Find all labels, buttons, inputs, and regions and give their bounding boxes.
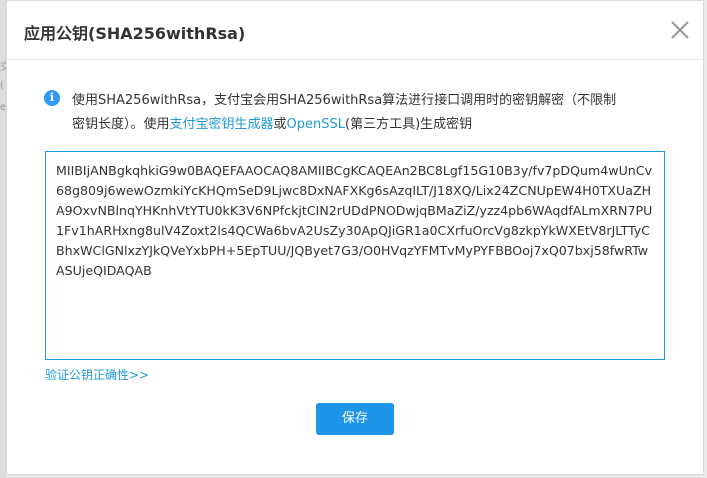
info-text-or: 或 <box>273 117 287 132</box>
info-icon: i <box>44 90 60 106</box>
dialog-title: 应用公钥(SHA256withRsa) <box>24 24 246 43</box>
public-key-dialog: 应用公钥(SHA256withRsa) i 使用SHA256withRsa，支付… <box>6 0 704 475</box>
save-button[interactable]: 保存 <box>316 403 394 435</box>
info-text-line1: 使用SHA256withRsa，支付宝会用SHA256withRsa算法进行接口… <box>72 93 617 108</box>
close-button[interactable] <box>669 19 691 41</box>
close-icon <box>671 21 689 39</box>
info-text: 使用SHA256withRsa，支付宝会用SHA256withRsa算法进行接口… <box>72 89 662 137</box>
keygen-tool-link[interactable]: 支付宝密钥生成器 <box>170 117 274 132</box>
openssl-link[interactable]: OpenSSL <box>287 117 345 132</box>
info-text-line2: 密钥长度）。使用 <box>72 117 170 132</box>
verify-public-key-link[interactable]: 验证公钥正确性>> <box>45 366 149 383</box>
public-key-textarea[interactable]: MIIBIjANBgkqhkiG9w0BAQEFAAOCAQ8AMIIBCgKC… <box>45 151 665 360</box>
dialog-header: 应用公钥(SHA256withRsa) <box>7 1 703 60</box>
background-text: ( <box>0 80 4 91</box>
info-text-suffix: (第三方工具)生成密钥 <box>345 117 473 132</box>
